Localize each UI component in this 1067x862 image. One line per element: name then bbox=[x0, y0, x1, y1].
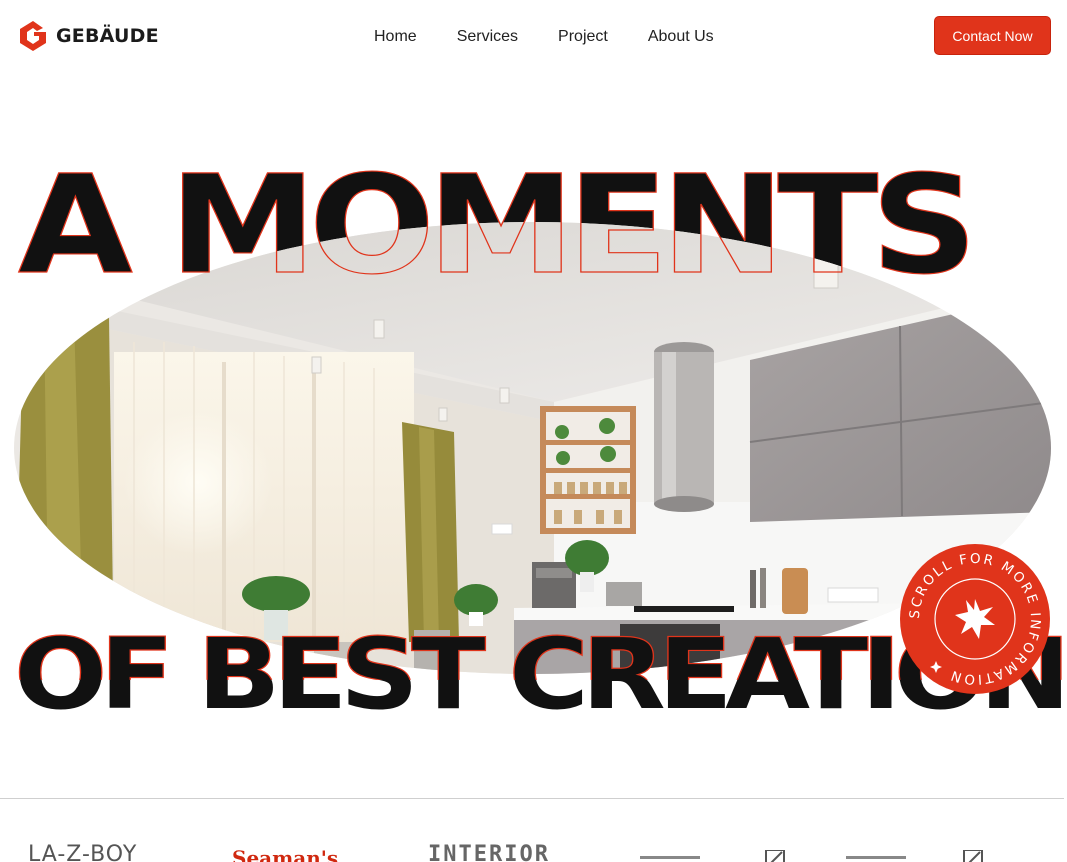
partner-logo-mark-icon bbox=[640, 849, 785, 862]
partner-logo-lazboy: LA-Z-BOY bbox=[28, 842, 138, 862]
nav-home[interactable]: Home bbox=[374, 27, 417, 47]
partner-logo-5 bbox=[846, 849, 996, 862]
contact-now-button[interactable]: Contact Now bbox=[934, 16, 1051, 55]
partner-logos: LA-Z-BOY Seaman's INTERIOR bbox=[0, 836, 1067, 862]
partner-logo-mark-icon bbox=[846, 849, 983, 862]
nav-about-us[interactable]: About Us bbox=[648, 27, 714, 47]
partner-logo-interior: INTERIOR bbox=[428, 842, 550, 862]
brand-name: GEBÄUDE bbox=[56, 25, 159, 47]
kitchen-interior-photo bbox=[14, 222, 1051, 674]
gebaude-logo-icon bbox=[20, 21, 46, 51]
partner-logo-seamans: Seaman's bbox=[232, 846, 339, 862]
nav-services[interactable]: Services bbox=[457, 27, 518, 47]
site-header: GEBÄUDE Home Services Project About Us C… bbox=[0, 0, 1067, 72]
nav-project[interactable]: Project bbox=[558, 27, 608, 47]
partner-logo-4 bbox=[640, 849, 790, 862]
brand[interactable]: GEBÄUDE bbox=[18, 19, 159, 53]
scroll-for-more-badge[interactable]: SCROLL FOR MORE INFORMATION bbox=[899, 543, 1051, 695]
section-divider bbox=[0, 798, 1064, 799]
main-nav: Home Services Project About Us bbox=[374, 27, 754, 47]
